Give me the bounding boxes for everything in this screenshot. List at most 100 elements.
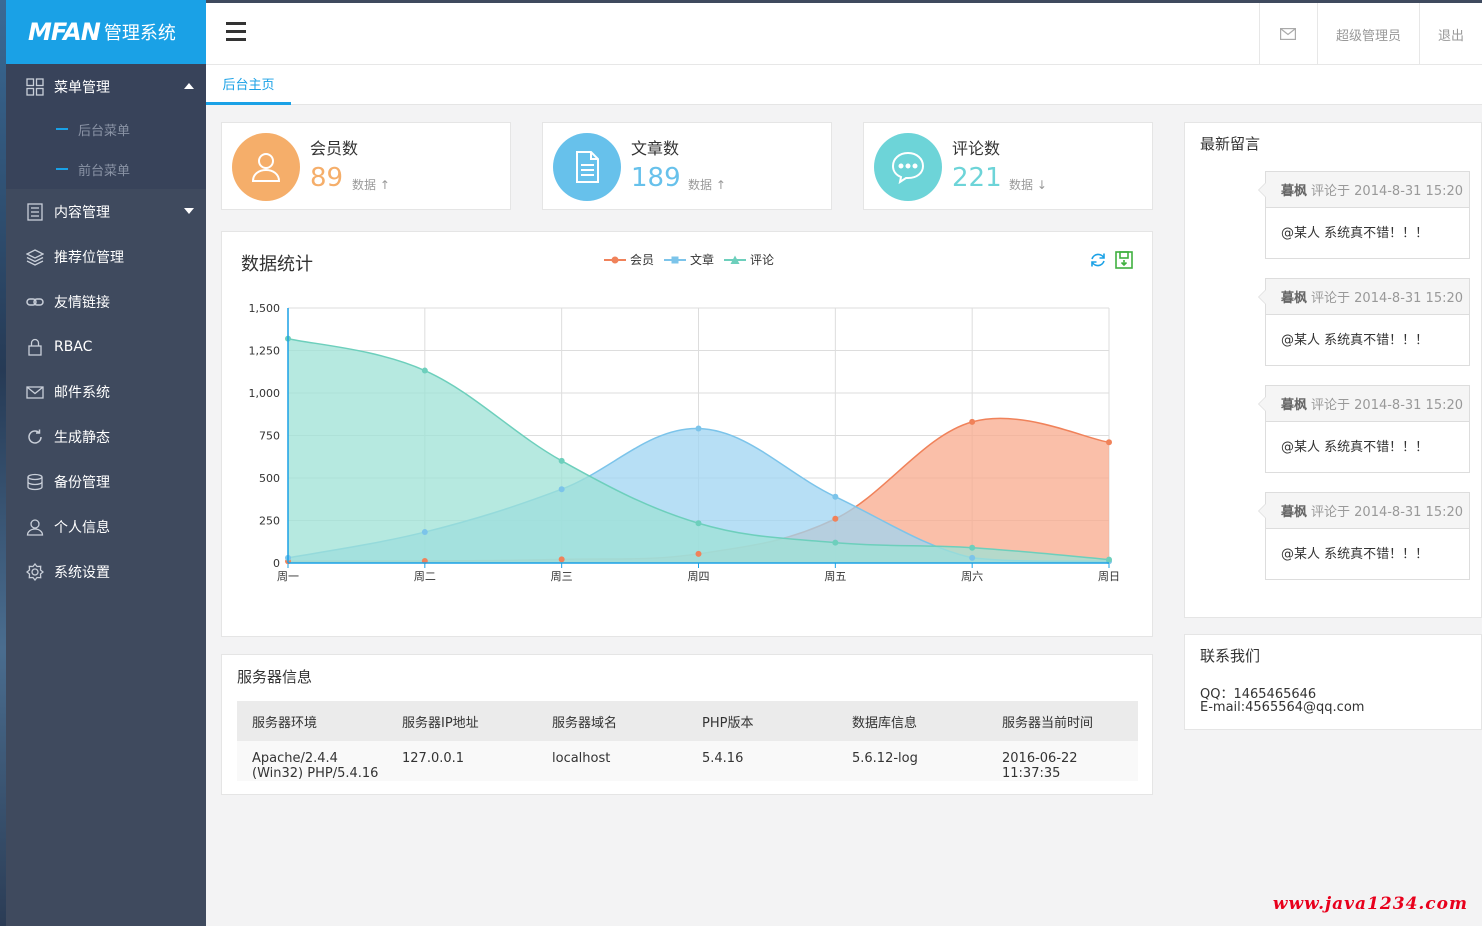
y-tick-label: 0 — [273, 557, 280, 570]
stat-icon-circle — [874, 133, 942, 201]
link-icon — [26, 293, 44, 311]
chart-card: 0 250 500 750 1,000 1,250 1,500 周一 周二 周三 周四 周五 周六 周日 … — [221, 231, 1153, 637]
gear-icon — [26, 562, 44, 581]
legend-label: 文章 — [690, 253, 715, 267]
contact-email[interactable]: E-mail:4565564@qq.com — [1200, 700, 1364, 715]
x-tick-label: 周四 — [688, 570, 710, 583]
envelope-icon — [1280, 28, 1297, 40]
legend-item-comments[interactable]: 评论 — [724, 251, 774, 268]
save-image-icon[interactable] — [1114, 250, 1134, 270]
mail-button[interactable] — [1258, 3, 1317, 65]
x-tick-label: 周六 — [961, 570, 983, 583]
admin-user-button[interactable]: 超级管理员 — [1316, 3, 1419, 65]
server-info-table: 服务器环境 服务器IP地址 服务器域名 PHP版本 数据库信息 服务器当前时间 … — [237, 701, 1138, 781]
sidebar-item-label: 个人信息 — [54, 519, 110, 536]
data-point — [1106, 556, 1112, 563]
document-list-icon — [26, 202, 44, 221]
message-item: 暮枫 评论于 2014-8-31 15:20 @某人 系统真不错！！！ — [1258, 278, 1470, 366]
sidebar-item-settings[interactable]: 系统设置 — [6, 549, 206, 594]
y-tick-label: 750 — [259, 430, 280, 443]
column-header: 服务器环境 — [237, 701, 387, 741]
stat-icon-circle — [232, 133, 300, 201]
sidebar-item-label: 推荐位管理 — [54, 249, 124, 266]
column-header: 数据库信息 — [837, 701, 987, 741]
table-cell: 127.0.0.1 — [387, 741, 537, 781]
dash-icon — [56, 128, 68, 130]
data-point — [558, 486, 565, 493]
message-meta: 评论于 2014-8-31 15:20 — [1311, 291, 1464, 306]
column-header: 服务器IP地址 — [387, 701, 537, 741]
hamburger-menu-icon[interactable] — [226, 22, 246, 42]
y-tick-label: 500 — [259, 472, 280, 485]
chart-toolbox — [1082, 250, 1134, 270]
submenu-item-backend-menu[interactable]: 后台菜单 — [6, 109, 206, 149]
chart-title: 数据统计 — [241, 254, 313, 275]
data-point — [695, 520, 702, 527]
message-header: 暮枫 评论于 2014-8-31 15:20 — [1266, 172, 1469, 208]
message-header: 暮枫 评论于 2014-8-31 15:20 — [1266, 493, 1469, 529]
sidebar-item-menu-management[interactable]: 菜单管理 — [6, 64, 206, 109]
caret-down-icon — [184, 208, 194, 214]
legend-item-members[interactable]: 会员 — [604, 251, 654, 268]
table-cell: 5.6.12-log — [837, 741, 987, 781]
layers-icon — [26, 248, 44, 266]
data-point — [969, 544, 976, 551]
sidebar-item-label: RBAC — [54, 338, 93, 355]
table-cell: 2016-06-22 11:37:35 — [987, 741, 1138, 781]
stat-label: 会员数 — [310, 139, 359, 158]
message-meta: 评论于 2014-8-31 15:20 — [1311, 398, 1464, 413]
tab-home[interactable]: 后台主页 — [206, 65, 291, 105]
sidebar-item-rbac[interactable]: RBAC — [6, 324, 206, 369]
sidebar-item-content-management[interactable]: 内容管理 — [6, 189, 206, 234]
legend-item-articles[interactable]: 文章 — [664, 251, 714, 268]
table-cell: localhost — [537, 741, 687, 781]
x-tick-label: 周三 — [551, 570, 573, 583]
document-icon — [576, 151, 599, 183]
stat-sub-label: 数据 — [1009, 178, 1034, 192]
grid-icon — [26, 77, 44, 96]
chart-legend: 会员 文章 评论 — [604, 251, 784, 268]
message-author: 暮枫 — [1281, 184, 1308, 199]
sidebar-item-mail[interactable]: 邮件系统 — [6, 369, 206, 414]
legend-label: 评论 — [750, 253, 775, 267]
logout-button[interactable]: 退出 — [1418, 3, 1482, 65]
data-point — [832, 515, 839, 522]
message-item: 暮枫 评论于 2014-8-31 15:20 @某人 系统真不错！！！ — [1258, 492, 1470, 580]
server-info-card: 服务器信息 服务器环境 服务器IP地址 服务器域名 PHP版本 数据库信息 服务… — [221, 654, 1153, 795]
server-info-title: 服务器信息 — [237, 668, 313, 686]
stat-icon-circle — [553, 133, 621, 201]
stat-label: 文章数 — [631, 139, 680, 158]
column-header: PHP版本 — [687, 701, 837, 741]
y-tick-label: 1,250 — [249, 345, 281, 358]
sidebar-item-backup[interactable]: 备份管理 — [6, 459, 206, 504]
y-tick-label: 1,000 — [249, 387, 281, 400]
table-header-row: 服务器环境 服务器IP地址 服务器域名 PHP版本 数据库信息 服务器当前时间 — [237, 701, 1138, 741]
sidebar-item-profile[interactable]: 个人信息 — [6, 504, 206, 549]
submenu-item-frontend-menu[interactable]: 前台菜单 — [6, 149, 206, 189]
sidebar-menu: 菜单管理 后台菜单 前台菜单 内容管理 推荐位管理 友情链接 RBAC 邮件系统… — [6, 64, 206, 594]
sidebar-item-label: 系统设置 — [54, 564, 110, 581]
stat-card-comments: 评论数 221 数据 ↓ — [863, 122, 1153, 210]
lock-icon — [26, 338, 44, 356]
sidebar-item-label: 备份管理 — [54, 474, 110, 491]
sidebar-item-recommend[interactable]: 推荐位管理 — [6, 234, 206, 279]
database-icon — [26, 473, 44, 491]
top-right-actions: 超级管理员 退出 — [1258, 3, 1482, 65]
sidebar-item-static[interactable]: 生成静态 — [6, 414, 206, 459]
data-point — [558, 457, 565, 464]
stat-label: 评论数 — [952, 139, 1001, 158]
refresh-icon[interactable] — [1088, 250, 1108, 270]
sidebar-item-links[interactable]: 友情链接 — [6, 279, 206, 324]
x-tick-label: 周五 — [824, 570, 846, 583]
area-chart: 0 250 500 750 1,000 1,250 1,500 周一 周二 周三 周四 周五 周六 周日 — [249, 302, 1121, 583]
submenu-item-label: 后台菜单 — [78, 123, 131, 139]
table-cell: Apache/2.4.4 (Win32) PHP/5.4.16 — [237, 741, 387, 781]
x-tick-label: 周二 — [414, 570, 436, 583]
message-text: @某人 系统真不错！！！ — [1281, 547, 1429, 562]
dash-icon — [56, 168, 68, 170]
logo[interactable]: MFAN 管理系统 — [6, 0, 206, 64]
refresh-icon — [26, 428, 44, 446]
sidebar-item-label: 友情链接 — [54, 294, 110, 311]
table-cell: 5.4.16 — [687, 741, 837, 781]
legend-label: 会员 — [630, 253, 655, 267]
